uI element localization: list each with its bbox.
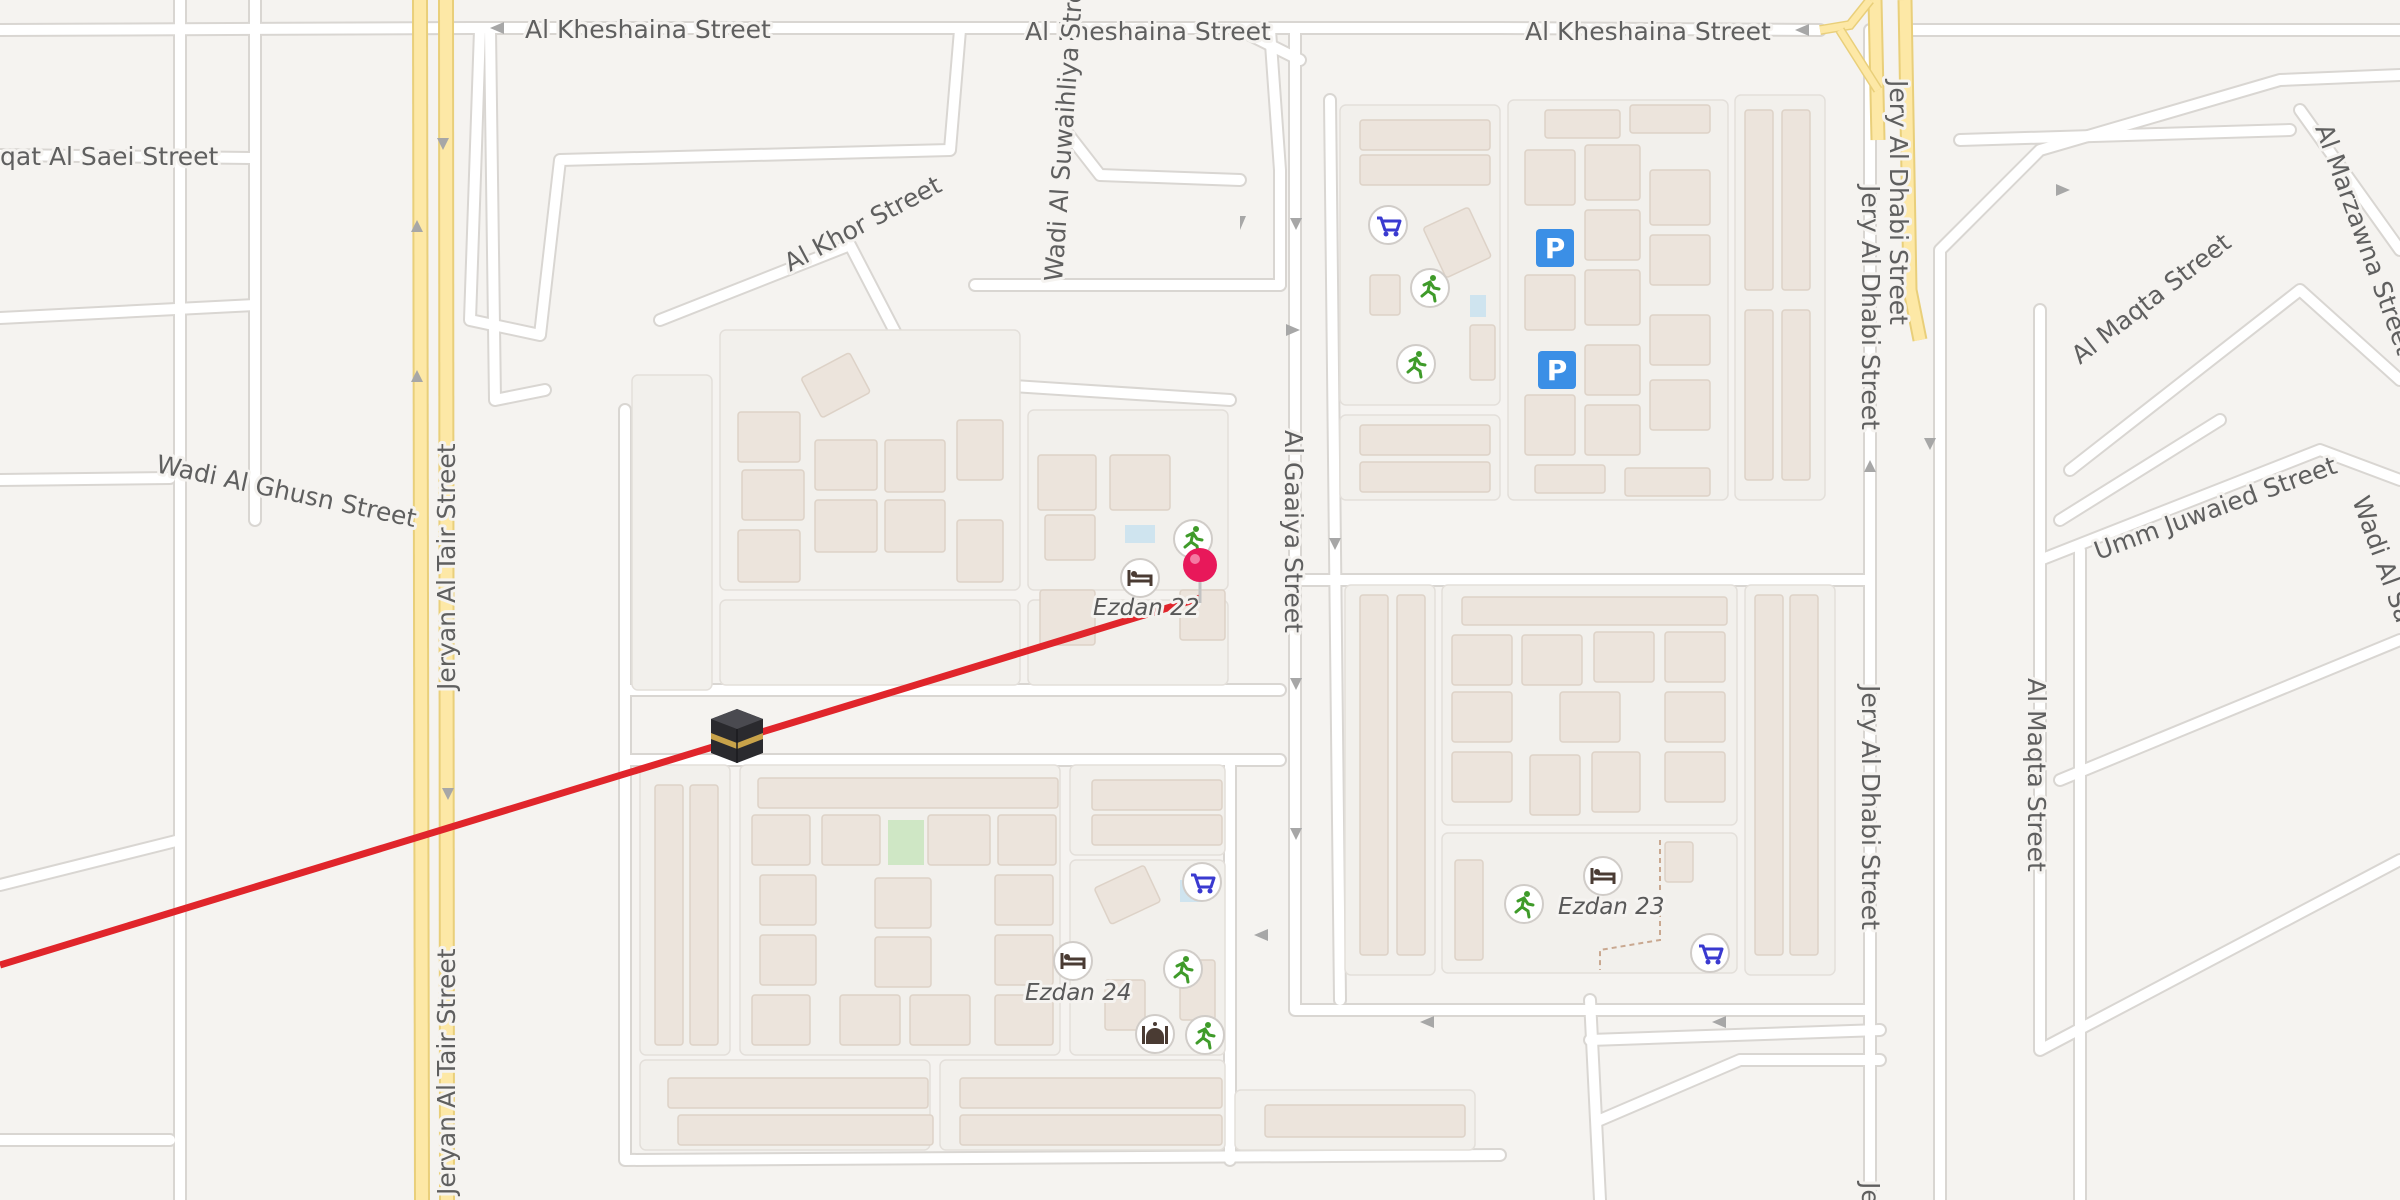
place-label-ezdan-24: Ezdan 24 xyxy=(1025,980,1131,1006)
parking-icon[interactable]: P xyxy=(1538,351,1576,389)
street-label: Al Maqta Street xyxy=(2022,678,2051,872)
street-label: Al Kheshaina Street xyxy=(1525,17,1771,46)
park-area xyxy=(888,820,924,865)
parking-icon[interactable]: P xyxy=(1536,229,1574,267)
parking-symbol: P xyxy=(1547,354,1568,387)
fitness-icon[interactable] xyxy=(1396,344,1436,384)
street-label: Al Kheshaina Street xyxy=(525,15,771,44)
fitness-icon[interactable] xyxy=(1410,268,1450,308)
parking-symbol: P xyxy=(1545,232,1566,265)
shopping-cart-icon[interactable] xyxy=(1690,933,1730,973)
shopping-cart-icon[interactable] xyxy=(1368,205,1408,245)
street-label: Jery Al Dhabi Street xyxy=(1884,78,1913,325)
hotel-icon[interactable] xyxy=(1120,558,1160,598)
kaaba-icon[interactable] xyxy=(711,709,763,763)
map-canvas[interactable]: Al Kheshaina Street Al Kheshaina Street … xyxy=(0,0,2400,1200)
street-label: Jeryan Al Tair Street xyxy=(432,948,461,1197)
pool-area xyxy=(1125,525,1155,543)
place-label-ezdan-23: Ezdan 23 xyxy=(1558,894,1664,920)
fitness-icon[interactable] xyxy=(1504,884,1544,924)
fitness-icon[interactable] xyxy=(1163,949,1203,989)
street-label: Jery Al Dhabi Street xyxy=(1856,183,1885,430)
street-label: Je xyxy=(1856,1180,1885,1200)
place-label-ezdan-22: Ezdan 22 xyxy=(1093,595,1199,621)
hotel-icon[interactable] xyxy=(1583,856,1623,896)
street-label: Jery Al Dhabi Street xyxy=(1856,683,1885,930)
street-label: qat Al Saei Street xyxy=(0,142,219,171)
pool-area xyxy=(1470,295,1486,317)
street-label: Al Gaaiya Street xyxy=(1279,430,1308,633)
fitness-icon[interactable] xyxy=(1185,1015,1225,1055)
street-label: Jeryan Al Tair Street xyxy=(432,443,461,692)
hotel-icon[interactable] xyxy=(1053,941,1093,981)
mosque-icon[interactable] xyxy=(1135,1014,1175,1054)
shopping-cart-icon[interactable] xyxy=(1182,862,1222,902)
